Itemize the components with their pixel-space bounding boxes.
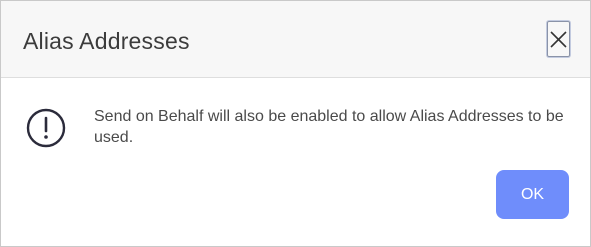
- exclamation-circle-icon: [26, 108, 66, 148]
- dialog-body: Send on Behalf will also be enabled to a…: [1, 78, 590, 246]
- close-button[interactable]: [547, 21, 570, 57]
- dialog-header: Alias Addresses: [1, 1, 590, 78]
- dialog-title: Alias Addresses: [23, 28, 190, 54]
- alias-addresses-dialog: Alias Addresses Send on Behalf will also…: [0, 0, 591, 247]
- close-icon: [550, 30, 567, 48]
- ok-button[interactable]: OK: [496, 170, 569, 219]
- dialog-message: Send on Behalf will also be enabled to a…: [94, 108, 564, 146]
